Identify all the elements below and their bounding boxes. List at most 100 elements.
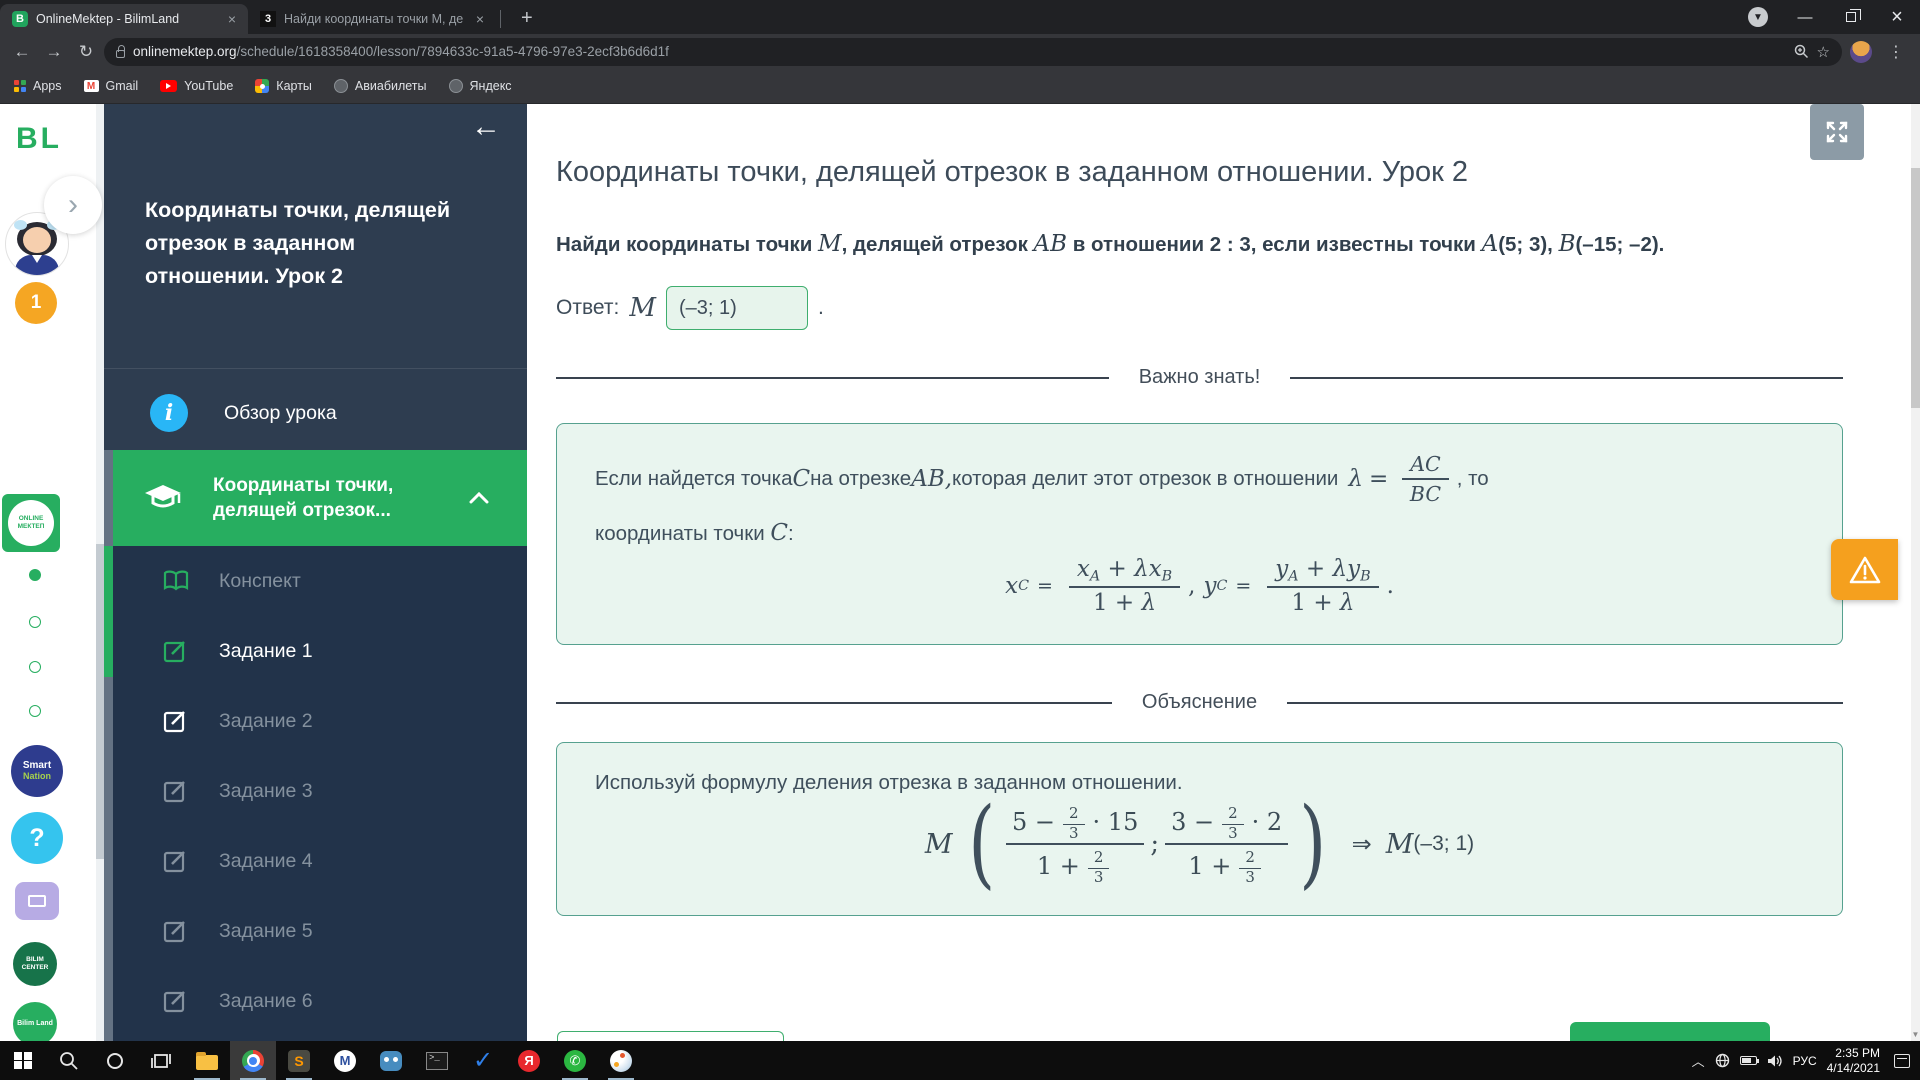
start-button[interactable]	[0, 1041, 46, 1080]
godot-button[interactable]	[368, 1041, 414, 1080]
bookmark-apps[interactable]: Apps	[14, 79, 62, 93]
tray-chevron-icon[interactable]: ︿	[1692, 1051, 1705, 1070]
answer-input[interactable]: (–3; 1)	[665, 286, 808, 330]
scroll-down-arrow[interactable]: ▼	[1911, 1030, 1920, 1039]
sidebar-item-zadanie-3[interactable]: Задание 3	[113, 756, 527, 826]
bookmark-label: YouTube	[184, 79, 234, 93]
youtube-icon	[160, 80, 178, 92]
clock-date: 4/14/2021	[1826, 1060, 1880, 1075]
sidebar-item-zadanie-5[interactable]: Задание 5	[113, 896, 527, 966]
page-scrollbar[interactable]: ▼	[1911, 104, 1920, 1041]
bookmark-avia[interactable]: Авиабилеты	[333, 79, 427, 93]
fraction-yc: yA + λyB 1 + λ	[1267, 556, 1379, 616]
sidebar-item-zadanie-4[interactable]: Задание 4	[113, 826, 527, 896]
tab1-title: OnlineMektep - BilimLand	[36, 12, 180, 26]
mail-app-button[interactable]: M	[322, 1041, 368, 1080]
yandex-button[interactable]: Я	[506, 1041, 552, 1080]
file-explorer-button[interactable]	[184, 1041, 230, 1080]
taskbar-search[interactable]	[46, 1041, 92, 1080]
forward-icon[interactable]: →	[40, 38, 68, 66]
sidebar-item-zadanie-2[interactable]: Задание 2	[113, 686, 527, 756]
progress-dot[interactable]	[29, 705, 41, 717]
tab2-title: Найди координаты точки М, де	[284, 12, 464, 26]
browser-profile-chevron-icon[interactable]: ▼	[1748, 7, 1768, 27]
fraction-numerator: 3 −2 3 · 2	[1165, 801, 1289, 846]
zoom-icon[interactable]	[1794, 44, 1809, 59]
bilimland-logo[interactable]: BL	[16, 122, 62, 156]
url-text[interactable]: onlinemektep.org/schedule/1618358400/les…	[133, 44, 1786, 59]
bookmark-gmail[interactable]: M Gmail	[83, 79, 139, 93]
tab2-close-icon[interactable]: ×	[474, 11, 486, 27]
browser-menu-icon[interactable]: ⋮	[1880, 42, 1912, 62]
sublime-button[interactable]: S	[276, 1041, 322, 1080]
action-center-icon[interactable]	[1894, 1053, 1910, 1068]
back-arrow-icon[interactable]: ←	[471, 110, 501, 144]
new-tab-button[interactable]: +	[513, 7, 541, 30]
sidebar-section-header[interactable]: Координаты точки, делящей отрезок...	[113, 450, 527, 546]
url-bar[interactable]: onlinemektep.org/schedule/1618358400/les…	[104, 37, 1842, 66]
bookmark-label: Apps	[33, 79, 62, 93]
online-mektep-logo[interactable]: ONLINE МЕКТЕП	[2, 494, 60, 552]
pencil-square-icon	[163, 709, 189, 734]
language-indicator[interactable]: РУС	[1793, 1054, 1817, 1068]
fullscreen-button[interactable]	[1810, 104, 1864, 160]
taskbar-clock[interactable]: 2:35 PM 4/14/2021	[1827, 1046, 1880, 1076]
browser-avatar[interactable]	[1850, 40, 1872, 63]
bookmark-star-icon[interactable]: ☆	[1817, 43, 1830, 61]
bilim-land-logo[interactable]: Bilim Land	[13, 1002, 57, 1046]
graduation-cap-icon	[143, 483, 183, 513]
search-icon	[60, 1051, 78, 1070]
progress-dot[interactable]	[29, 661, 41, 673]
bookmark-yandex[interactable]: Яндекс	[448, 79, 512, 93]
smart-nation-logo[interactable]: Smart Nation	[11, 745, 63, 797]
bookmark-maps[interactable]: Карты	[255, 79, 312, 93]
tab-onlinemektep[interactable]: B OnlineMektep - BilimLand ×	[0, 4, 248, 34]
restore-button[interactable]	[1828, 0, 1874, 34]
warning-button[interactable]	[1831, 539, 1898, 600]
pencil-square-icon	[163, 989, 189, 1014]
submit-button-partial[interactable]	[1570, 1022, 1770, 1041]
paint-button[interactable]	[598, 1041, 644, 1080]
progress-dot[interactable]	[29, 616, 41, 628]
sidebar-scrollbar[interactable]	[104, 450, 113, 1041]
network-globe-icon[interactable]	[1715, 1053, 1730, 1068]
semicolon: ;	[1150, 829, 1160, 860]
terminal-button[interactable]: >_	[414, 1041, 460, 1080]
rail-scrollbar-thumb[interactable]	[96, 544, 104, 859]
sidebar-item-konspekt[interactable]: Конспект	[113, 546, 527, 616]
battery-icon[interactable]	[1739, 1056, 1760, 1065]
bilim-center-logo[interactable]: BILIM CENTER	[13, 942, 57, 986]
sidebar-item-overview[interactable]: i Обзор урока	[104, 376, 527, 450]
cards-glyph	[28, 895, 46, 907]
back-icon[interactable]: ←	[8, 38, 36, 66]
rail-expand-chevron-icon[interactable]: ›	[44, 176, 102, 234]
rail-scrollbar[interactable]	[96, 104, 104, 1041]
chrome-icon	[242, 1049, 264, 1072]
cortana-icon	[107, 1052, 123, 1069]
task-view-button[interactable]	[138, 1041, 184, 1080]
page-scrollbar-thumb[interactable]	[1911, 168, 1920, 408]
whatsapp-button[interactable]: ✆	[552, 1041, 598, 1080]
cortana-button[interactable]	[92, 1041, 138, 1080]
chrome-button[interactable]	[230, 1041, 276, 1080]
globe-icon	[333, 79, 348, 93]
cards-app-icon[interactable]	[15, 882, 59, 920]
avatar-face	[23, 227, 51, 253]
close-button[interactable]: ×	[1874, 0, 1920, 34]
sidebar-item-zadanie-6[interactable]: Задание 6	[113, 966, 527, 1036]
sidebar-item-zadanie-1[interactable]: Задание 1	[113, 616, 527, 686]
tab-zadanie[interactable]: 3 Найди координаты точки М, де ×	[248, 4, 496, 34]
math-var-m: M	[1385, 828, 1414, 860]
tab1-close-icon[interactable]: ×	[226, 11, 238, 27]
reload-icon[interactable]: ↻	[72, 38, 100, 66]
info-icon: i	[150, 394, 188, 432]
minimize-button[interactable]: —	[1782, 0, 1828, 34]
volume-icon[interactable]	[1767, 1054, 1783, 1068]
bookmark-label: Gmail	[105, 79, 139, 93]
progress-dot-active[interactable]	[29, 569, 41, 581]
bookmark-youtube[interactable]: YouTube	[160, 79, 233, 93]
restore-icon	[1846, 9, 1861, 22]
help-button[interactable]: ?	[11, 812, 63, 864]
todo-button[interactable]: ✓	[460, 1041, 506, 1080]
notification-badge[interactable]: 1	[15, 282, 57, 324]
